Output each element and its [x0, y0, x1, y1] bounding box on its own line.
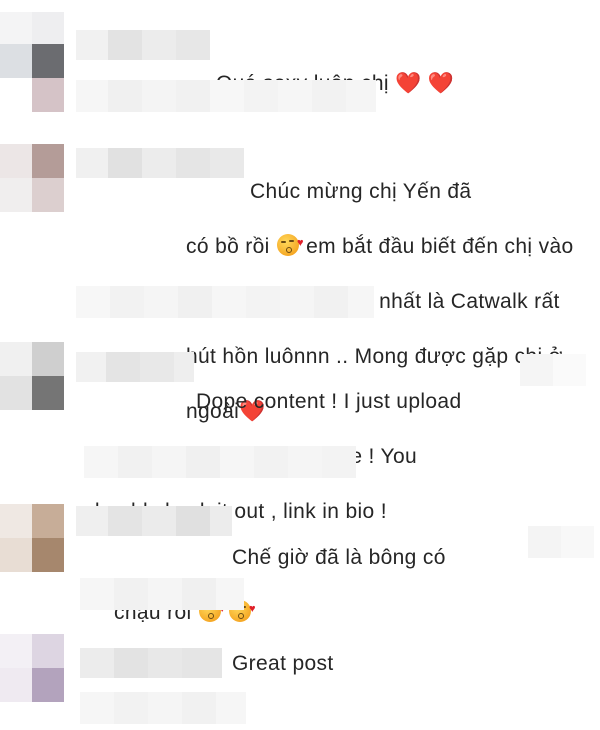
comment-5: Great post: [0, 620, 600, 730]
blurred-region: [520, 354, 586, 386]
avatar[interactable]: [0, 504, 64, 572]
avatar[interactable]: [0, 44, 64, 112]
comment-4: Chế giờ đã là bông có chậu rồi: [0, 490, 600, 624]
face-blowing-kiss-icon: [276, 230, 304, 258]
comment-meta-blurred: [80, 578, 244, 610]
comment-3: Dope content ! I just upload an epic vid…: [0, 330, 600, 523]
red-heart-icon: ❤️ ❤️: [395, 71, 455, 95]
avatar[interactable]: [0, 342, 64, 410]
comment-meta-blurred: [76, 286, 374, 318]
comment-meta-blurred: [76, 80, 376, 112]
username-blurred[interactable]: [76, 30, 210, 60]
avatar[interactable]: [0, 144, 64, 212]
comment-meta-blurred: [80, 692, 246, 724]
username-blurred[interactable]: [80, 648, 222, 678]
comment-meta-blurred: [84, 446, 356, 478]
comment-text: Great post: [232, 652, 334, 675]
comment-1: Quá sexy luôn chị ❤️ ❤️: [0, 0, 600, 120]
comment-2: Chúc mừng chị Yến đã có bồ rồi em bắt đầ…: [0, 120, 600, 423]
avatar[interactable]: [0, 634, 64, 702]
blurred-region: [528, 526, 594, 558]
